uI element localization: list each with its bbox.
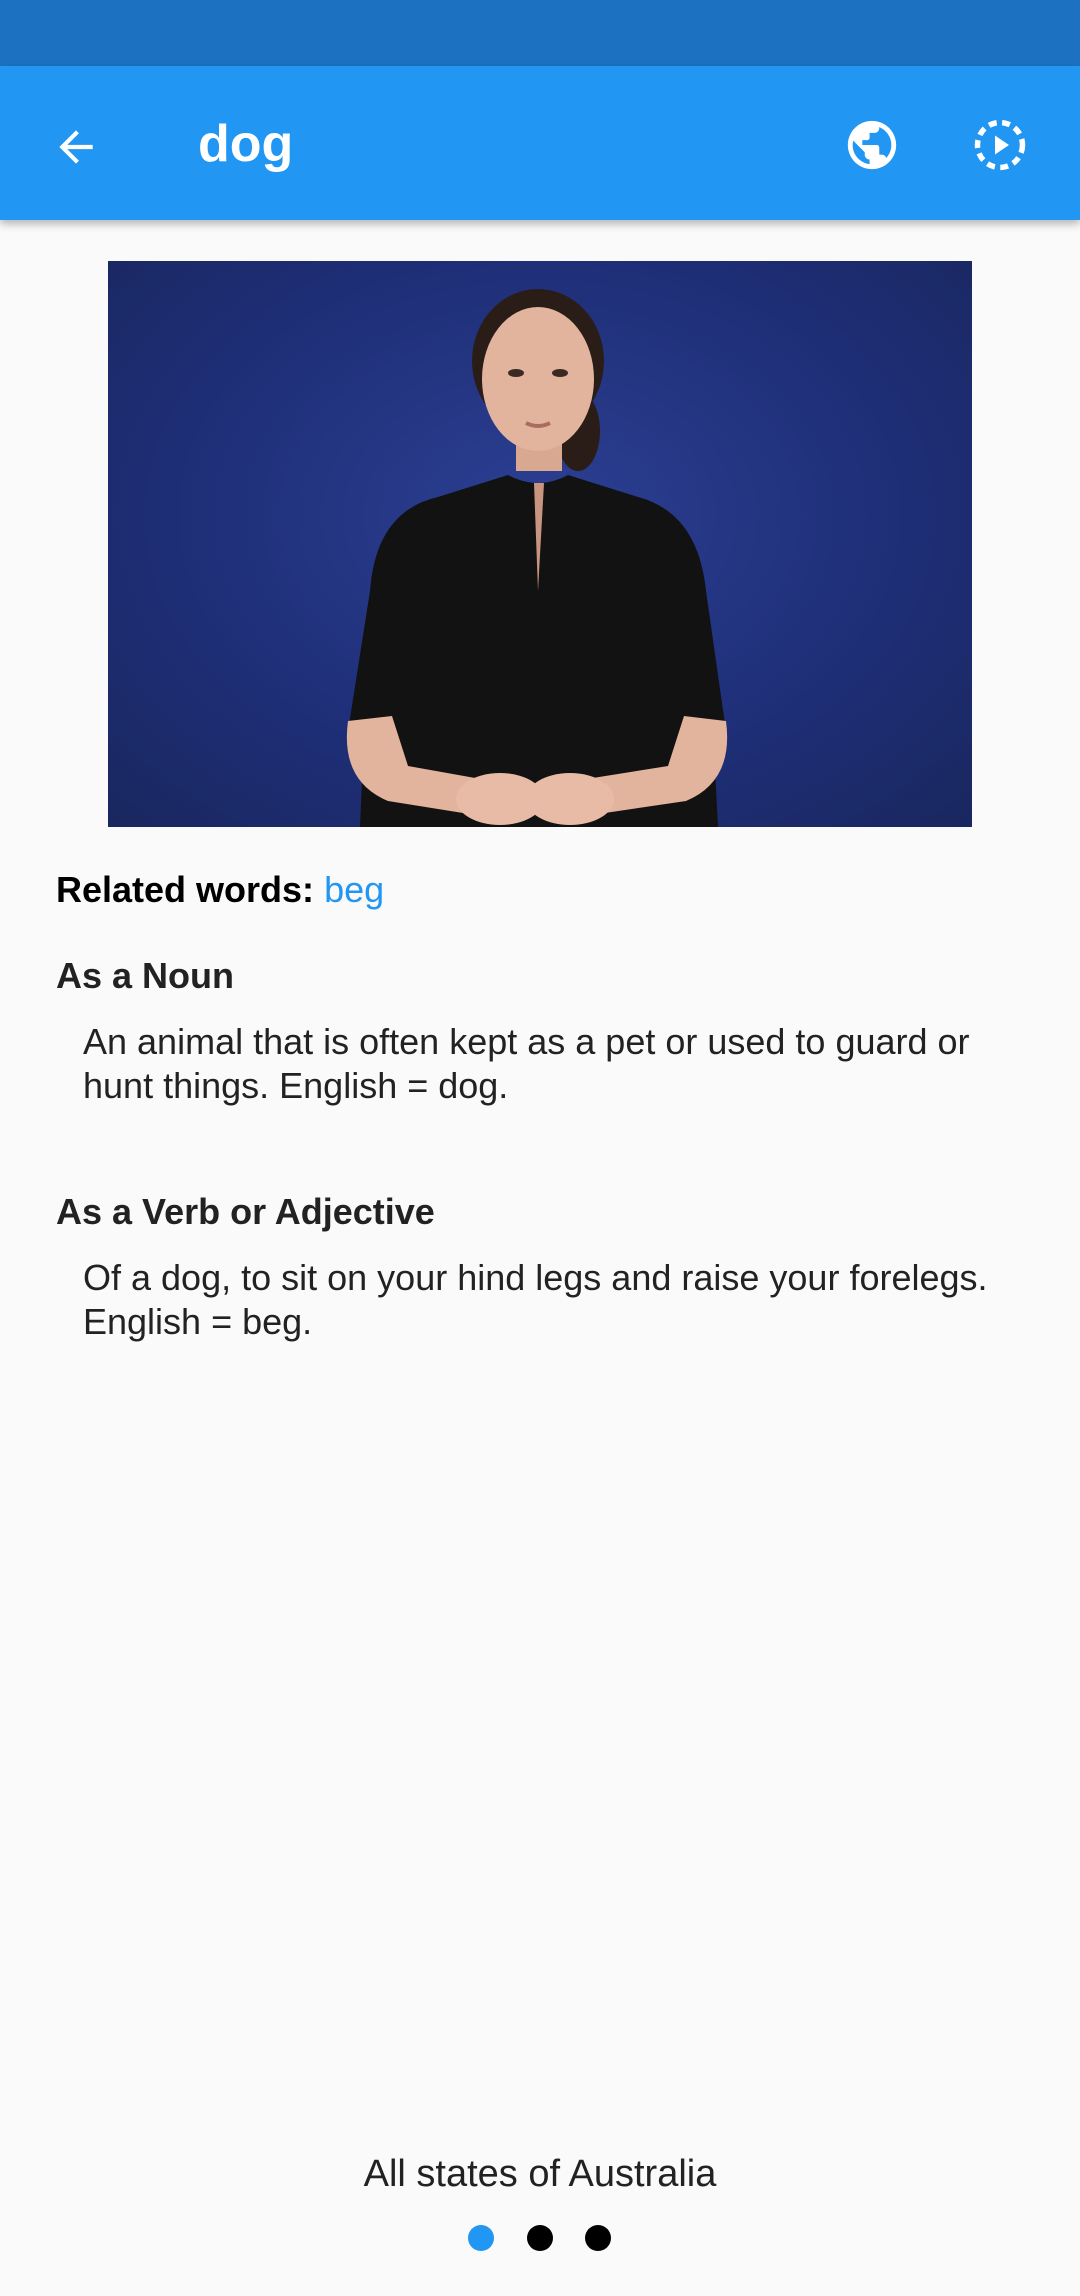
globe-icon	[847, 120, 897, 170]
related-words: Related words: beg	[56, 864, 384, 916]
page-dot-2[interactable]	[527, 2225, 553, 2251]
slow-motion-play-icon	[974, 119, 1026, 171]
noun-definition: An animal that is often kept as a pet or…	[83, 1021, 970, 1106]
arrow-back-icon	[59, 130, 93, 164]
page-dot-1[interactable]	[468, 2225, 494, 2251]
signer-figure-image	[346, 289, 728, 827]
verb-adjective-definition: Of a dog, to sit on your hind legs and r…	[83, 1257, 988, 1342]
slow-motion-button[interactable]	[960, 105, 1040, 185]
page-title: dog	[198, 115, 294, 173]
noun-heading: As a Noun	[56, 955, 235, 996]
region-text: All states of Australia	[363, 2153, 717, 2195]
page-dot-3[interactable]	[585, 2225, 611, 2251]
related-word-link[interactable]: beg	[324, 869, 384, 910]
verb-adjective-heading: As a Verb or Adjective	[56, 1191, 435, 1232]
status-bar	[0, 0, 1080, 66]
back-button[interactable]	[36, 107, 116, 187]
related-words-label: Related words:	[56, 869, 315, 910]
region-button[interactable]	[832, 105, 912, 185]
sign-video[interactable]	[108, 261, 972, 827]
app-bar: dog	[0, 66, 1080, 220]
page-indicator	[0, 2225, 1080, 2251]
